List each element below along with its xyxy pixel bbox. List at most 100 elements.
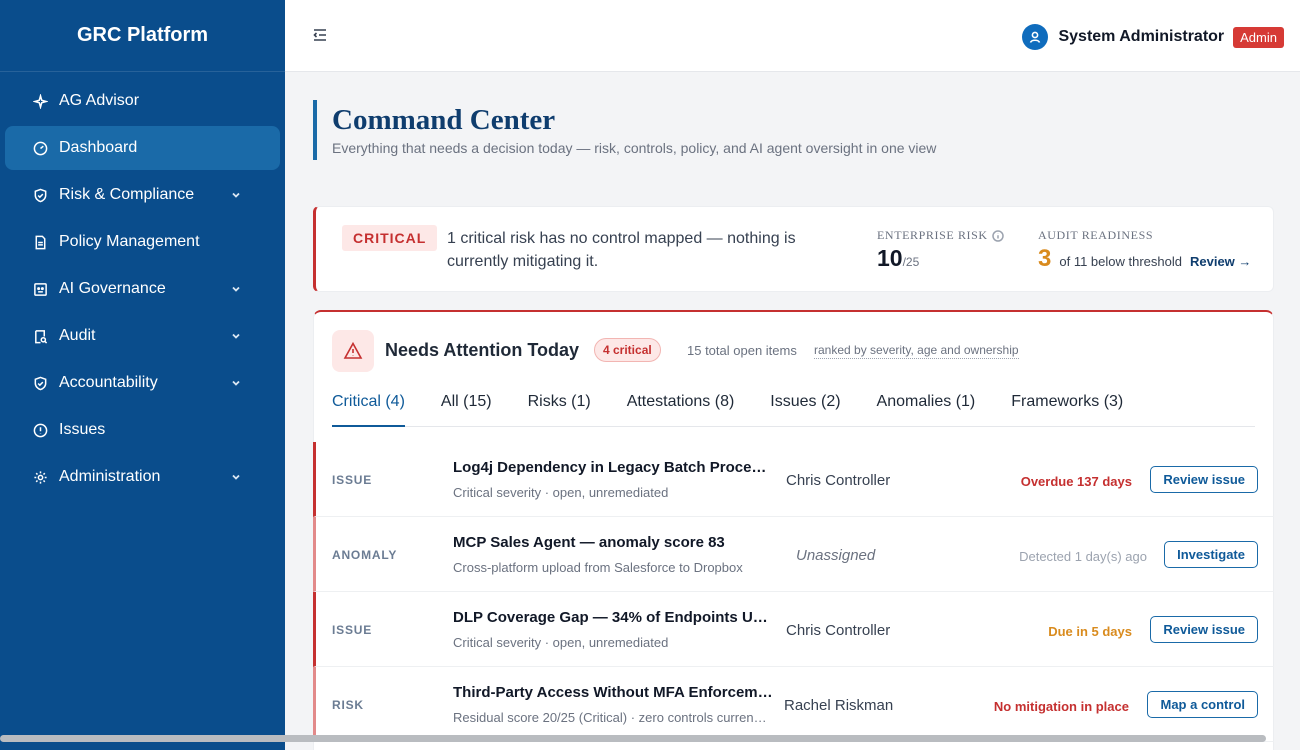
- item-status: No mitigation in place: [993, 699, 1129, 714]
- sidebar-item-accountability[interactable]: Accountability: [5, 361, 280, 405]
- user-menu[interactable]: System Administrator Admin: [1022, 24, 1284, 50]
- list-item[interactable]: ISSUE DLP Coverage Gap — 34% of Endpoint…: [313, 592, 1274, 667]
- enterprise-risk-value: 10/25: [877, 245, 920, 271]
- role-badge: Admin: [1233, 26, 1284, 48]
- user-name: System Administrator: [1058, 28, 1225, 45]
- chevron-down-icon: [230, 471, 242, 483]
- item-subtitle: Residual score 20/25 (Critical) · zero c…: [453, 710, 768, 725]
- critical-badge: CRITICAL: [342, 225, 438, 251]
- audit-readiness-metric: AUDIT READINESS 3 of 11 below threshold …: [1038, 228, 1251, 273]
- brand-title: GRC Platform: [0, 0, 285, 72]
- warning-triangle-icon: [332, 330, 374, 372]
- sidebar-item-administration[interactable]: Administration: [5, 455, 280, 499]
- info-icon[interactable]: [991, 229, 1004, 242]
- sidebar-item-label: AI Governance: [59, 280, 166, 297]
- sidebar-item-ag-advisor[interactable]: AG Advisor: [5, 79, 280, 123]
- review-link[interactable]: Review →: [1190, 254, 1251, 269]
- audit-readiness-value: 3: [1038, 245, 1052, 272]
- audit-readiness-label: AUDIT READINESS: [1038, 228, 1154, 242]
- item-type: ISSUE: [332, 623, 373, 637]
- item-status: Overdue 137 days: [1020, 474, 1132, 489]
- item-owner: Chris Controller: [786, 472, 891, 489]
- list-item[interactable]: ISSUE Log4j Dependency in Legacy Batch P…: [313, 442, 1274, 517]
- sidebar-item-label: Risk & Compliance: [59, 186, 195, 203]
- review-issue-button[interactable]: Review issue: [1150, 466, 1258, 493]
- sidebar-item-policy-management[interactable]: Policy Management: [5, 220, 280, 264]
- sidebar-item-label: Policy Management: [59, 233, 200, 250]
- chevron-down-icon: [230, 330, 242, 342]
- top-bar: System Administrator Admin: [285, 0, 1300, 72]
- sidebar-item-label: Issues: [59, 421, 106, 438]
- tab-critical[interactable]: Critical (4): [332, 390, 405, 427]
- item-owner: Rachel Riskman: [784, 697, 894, 714]
- item-title[interactable]: DLP Coverage Gap — 34% of Endpoints Unpr…: [453, 609, 773, 626]
- item-title[interactable]: MCP Sales Agent — anomaly score 83: [453, 534, 773, 551]
- sidebar-item-label: AG Advisor: [59, 92, 140, 109]
- sidebar-item-label: Dashboard: [59, 139, 138, 156]
- chevron-down-icon: [230, 377, 242, 389]
- item-title[interactable]: Log4j Dependency in Legacy Batch Process…: [453, 459, 773, 476]
- item-title[interactable]: Third-Party Access Without MFA Enforceme…: [453, 684, 773, 701]
- page-subtitle: Everything that needs a decision today —…: [332, 140, 937, 156]
- list-item[interactable]: ANOMALY MCP Sales Agent — anomaly score …: [313, 517, 1274, 592]
- page-title: Command Center: [332, 104, 556, 136]
- sidebar-item-audit[interactable]: Audit: [5, 314, 280, 358]
- tab-anomalies[interactable]: Anomalies (1): [877, 390, 976, 427]
- tab-risks[interactable]: Risks (1): [528, 390, 591, 427]
- review-issue-button[interactable]: Review issue: [1150, 616, 1258, 643]
- sidebar-item-dashboard[interactable]: Dashboard: [5, 126, 280, 170]
- investigate-button[interactable]: Investigate: [1164, 541, 1258, 568]
- map-control-button[interactable]: Map a control: [1147, 691, 1258, 718]
- attention-title: Needs Attention Today: [385, 340, 580, 360]
- user-avatar-icon: [1022, 24, 1049, 50]
- enterprise-risk-metric: ENTERPRISE RISK 10/25: [877, 228, 1004, 272]
- sidebar-item-label: Administration: [59, 468, 161, 485]
- shield-check-icon: [32, 375, 48, 391]
- item-type: ISSUE: [332, 473, 373, 487]
- item-type: ANOMALY: [332, 548, 398, 562]
- tab-issues[interactable]: Issues (2): [770, 390, 840, 427]
- page-header: Command Center Everything that needs a d…: [313, 100, 936, 160]
- item-status: Detected 1 day(s) ago: [1019, 549, 1147, 564]
- item-type: RISK: [332, 698, 364, 712]
- list-item[interactable]: RISK Third-Party Access Without MFA Enfo…: [313, 667, 1274, 742]
- sidebar-item-label: Audit: [59, 327, 96, 344]
- chevron-down-icon: [230, 283, 242, 295]
- sidebar-item-issues[interactable]: Issues: [5, 408, 280, 452]
- tab-attestations[interactable]: Attestations (8): [627, 390, 735, 427]
- critical-count-badge: 4 critical: [594, 338, 661, 362]
- shield-check-icon: [32, 187, 48, 203]
- enterprise-risk-denominator: /25: [902, 255, 920, 269]
- alert-circle-icon: [32, 422, 48, 438]
- ranking-note: ranked by severity, age and ownership: [814, 343, 1019, 359]
- attention-list: ISSUE Log4j Dependency in Legacy Batch P…: [313, 442, 1274, 742]
- item-owner: Chris Controller: [786, 622, 891, 639]
- enterprise-risk-label: ENTERPRISE RISK: [877, 228, 1004, 243]
- alert-message: 1 critical risk has no control mapped — …: [447, 230, 796, 270]
- menu-collapse-icon[interactable]: [311, 26, 331, 46]
- total-open-items: 15 total open items: [687, 343, 797, 358]
- item-subtitle: Cross-platform upload from Salesforce to…: [453, 560, 743, 575]
- tab-all[interactable]: All (15): [441, 390, 492, 427]
- sparkle-icon: [32, 93, 48, 109]
- tab-frameworks[interactable]: Frameworks (3): [1011, 390, 1123, 427]
- item-subtitle: Critical severity · open, unremediated: [453, 635, 669, 650]
- audit-readiness-text: of 11 below threshold: [1059, 254, 1182, 269]
- gauge-icon: [32, 140, 48, 156]
- item-status: Due in 5 days: [1048, 624, 1132, 639]
- item-owner: Unassigned: [796, 547, 876, 564]
- sidebar-item-ai-governance[interactable]: AI Governance: [5, 267, 280, 311]
- clipboard-search-icon: [32, 328, 48, 344]
- sidebar-nav: AG Advisor Dashboard Risk & Compliance P…: [0, 72, 285, 499]
- main-content: Command Center Everything that needs a d…: [285, 72, 1300, 750]
- sidebar-item-risk-compliance[interactable]: Risk & Compliance: [5, 173, 280, 217]
- horizontal-scrollbar[interactable]: [0, 735, 1266, 742]
- sidebar: GRC Platform AG Advisor Dashboard Risk &…: [0, 0, 285, 750]
- needs-attention-card: Needs Attention Today 4 critical 15 tota…: [313, 310, 1274, 750]
- gear-icon: [32, 469, 48, 485]
- attention-tabs: Critical (4) All (15) Risks (1) Attestat…: [332, 390, 1255, 427]
- robot-icon: [32, 281, 48, 297]
- sidebar-item-label: Accountability: [59, 374, 158, 391]
- document-icon: [32, 234, 48, 250]
- critical-alert-card: CRITICAL 1 critical risk has no control …: [313, 206, 1274, 292]
